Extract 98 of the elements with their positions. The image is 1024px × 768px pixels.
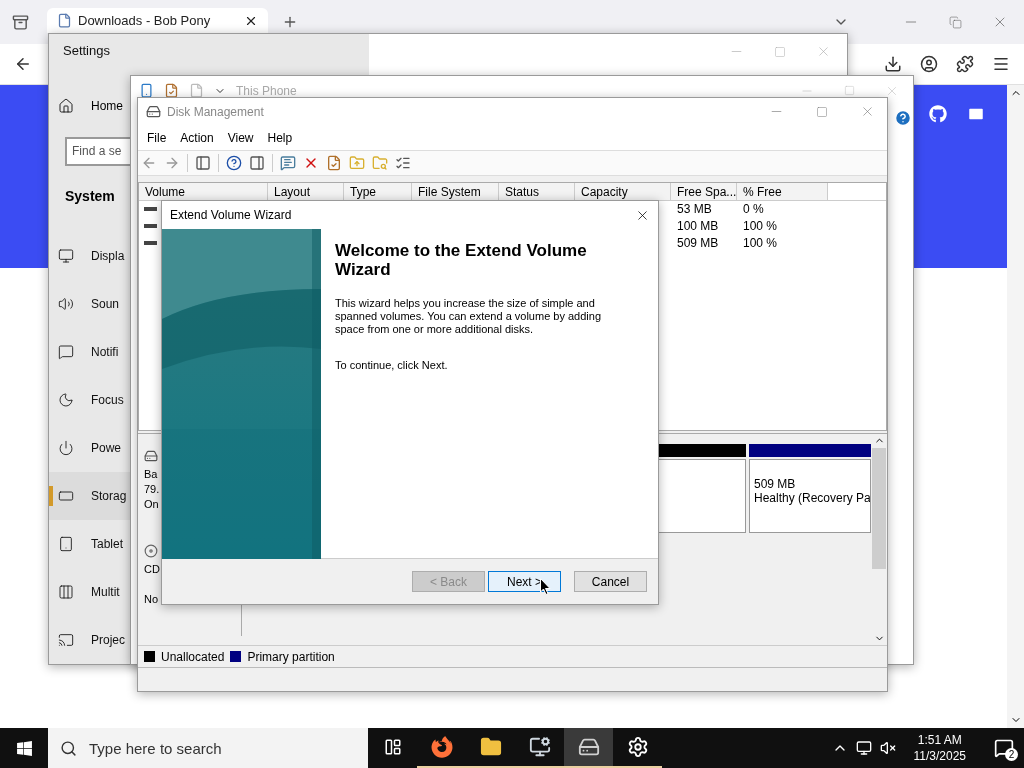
notification-icon <box>994 738 1014 758</box>
nav-icon <box>58 584 74 600</box>
message-icon[interactable] <box>280 154 296 171</box>
menu-item[interactable]: View <box>220 130 261 145</box>
disk-info: 79. <box>144 482 160 498</box>
window-title: Settings <box>62 42 111 60</box>
legend-label: Unallocated <box>161 649 225 664</box>
column-header[interactable]: Layout <box>268 182 344 200</box>
account-icon[interactable] <box>920 55 938 73</box>
partition-size: 509 MB <box>754 477 797 492</box>
network-icon[interactable] <box>855 740 872 756</box>
settings-icon[interactable] <box>626 736 649 758</box>
search-icon <box>60 739 77 757</box>
volume-icon <box>144 241 157 246</box>
document-icon[interactable] <box>189 83 204 98</box>
nav-icon <box>58 440 74 456</box>
nav-icon <box>58 296 74 312</box>
menu-icon[interactable] <box>992 55 1010 73</box>
nav-item[interactable]: Projec <box>49 616 131 664</box>
cd-icon <box>144 544 158 559</box>
tab-list-icon[interactable] <box>11 13 29 31</box>
browser-tab[interactable]: Downloads - Bob Pony <box>47 8 268 33</box>
github-icon[interactable] <box>929 105 947 123</box>
disk-info: CD <box>144 562 160 578</box>
disk-drive-icon <box>144 449 158 464</box>
download-icon[interactable] <box>884 55 902 73</box>
new-tab-icon[interactable] <box>282 14 298 30</box>
extensions-icon[interactable] <box>956 55 974 73</box>
muted-volume-icon[interactable] <box>879 740 896 756</box>
wizard-button[interactable]: Cancel <box>574 571 647 592</box>
column-header[interactable]: Status <box>499 182 575 200</box>
volume-icon <box>144 207 157 212</box>
menu-item[interactable]: File <box>140 130 174 145</box>
home-icon <box>58 98 74 115</box>
wizard-heading: Welcome to the Extend Volume Wizard <box>335 241 588 279</box>
properties-icon[interactable] <box>164 83 179 98</box>
menu-item[interactable]: Action <box>173 130 221 145</box>
section-heading: System <box>65 188 115 207</box>
phone-icon <box>139 83 154 98</box>
wizard-description: This wizard helps you increase the size of simple and spanned volumes. You can extend a volume by adding space from one or more additional disks. <box>335 297 603 336</box>
column-header[interactable]: Capacity <box>575 182 671 200</box>
page-icon <box>57 13 72 28</box>
browser-icon[interactable] <box>430 736 453 758</box>
nav-item[interactable]: Soun <box>49 280 131 328</box>
nav-icon <box>58 632 74 648</box>
nav-item[interactable]: Displa <box>49 232 131 280</box>
panel-icon[interactable] <box>249 154 265 171</box>
nav-item[interactable]: Storag <box>49 472 131 520</box>
menu-item[interactable]: Help <box>260 130 300 145</box>
disk-drive-icon[interactable] <box>577 736 600 758</box>
dialog-title: Extend Volume Wizard <box>170 208 292 222</box>
table-cell-text: 53 MB <box>676 202 713 217</box>
task-view-icon[interactable] <box>383 738 402 756</box>
start-icon[interactable] <box>15 739 33 757</box>
window-title: Disk Management <box>167 104 264 119</box>
table-cell-text: 100 % <box>742 219 779 234</box>
monitor-icon[interactable] <box>528 736 551 758</box>
column-header[interactable]: Type <box>344 182 412 200</box>
search-field[interactable]: Type here to search <box>48 728 368 768</box>
nav-item[interactable]: Home <box>49 88 131 124</box>
column-header[interactable]: % Free <box>737 182 828 200</box>
column-header[interactable]: File System <box>412 182 499 200</box>
panel-icon[interactable] <box>195 154 211 171</box>
nav-item[interactable]: Multit <box>49 568 131 616</box>
volume-icon <box>144 224 157 229</box>
nav-item[interactable]: Tablet <box>49 520 131 568</box>
wizard-hint: To continue, click Next. <box>335 359 449 372</box>
cursor-icon <box>540 578 551 596</box>
nav-item[interactable]: Powe <box>49 424 131 472</box>
clock[interactable]: 1:51 AM 11/3/2025 <box>903 732 976 764</box>
notification-count: 2 <box>1005 748 1018 761</box>
nav-item[interactable]: Notifi <box>49 328 131 376</box>
notifications-button[interactable]: 2 <box>984 728 1024 768</box>
disk-info: Ba <box>144 467 158 483</box>
table-cell-text: 100 MB <box>676 219 720 234</box>
nav-icon <box>58 248 74 264</box>
column-header[interactable]: Free Spa... <box>671 182 737 200</box>
nav-icon <box>58 488 74 504</box>
table-cell-text: 0 % <box>742 202 765 217</box>
table-cell-text: 100 % <box>742 236 779 251</box>
legend-label: Primary partition <box>247 649 335 664</box>
scrollbar[interactable] <box>1007 85 1024 728</box>
nav-icon <box>58 536 74 552</box>
check-document-icon[interactable] <box>326 154 342 171</box>
search-field[interactable]: Find a se <box>65 136 131 167</box>
nav-item[interactable]: Focus <box>49 376 131 424</box>
help-icon[interactable] <box>226 154 242 171</box>
disk-drive-icon <box>146 104 161 120</box>
folder-icon[interactable] <box>479 736 502 758</box>
disk-info: On <box>144 497 159 513</box>
partition[interactable]: 509 MB Healthy (Recovery Pa <box>749 459 871 534</box>
window-title: This Phone <box>236 83 297 98</box>
nav-icon <box>58 344 74 360</box>
table-cell-text: 509 MB <box>676 236 720 251</box>
column-header[interactable]: Volume <box>139 182 268 200</box>
selection-indicator <box>49 486 53 506</box>
disk-info: No <box>144 592 159 608</box>
nav-icon <box>58 392 74 408</box>
